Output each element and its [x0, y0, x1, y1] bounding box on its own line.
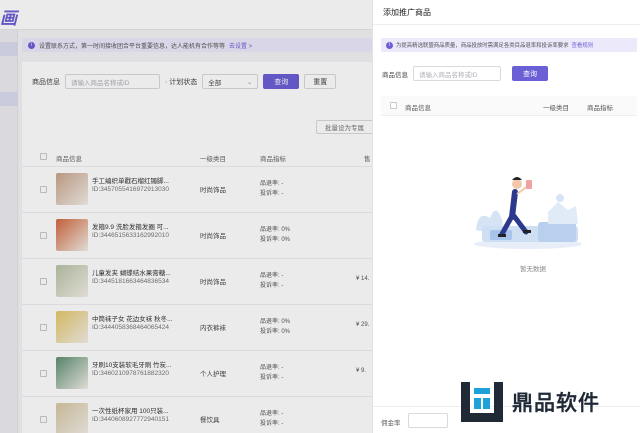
commission-label: 佣金率 [381, 420, 401, 427]
drawer-notice: i 为提高精选联盟商品质量，商品投放时需满足各类目品退率和投诉率要求 查看规则 [381, 38, 637, 52]
drawer-notice-text: 为提高精选联盟商品质量，商品投放时需满足各类目品退率和投诉率要求 [396, 43, 569, 49]
drawer-query-button[interactable]: 查询 [512, 66, 548, 81]
drawer-filter-bar: 商品信息 请输入商品名称或ID 查询 [382, 66, 548, 81]
watermark-logo-icon [461, 382, 503, 422]
commission-input[interactable] [408, 413, 448, 428]
modal-mask[interactable] [0, 0, 372, 433]
drawer-select-all-checkbox[interactable] [390, 102, 397, 109]
watermark: 鼎品软件 [458, 380, 600, 424]
empty-state-illustration [474, 177, 582, 249]
drawer-product-search-input[interactable]: 请输入商品名称或ID [413, 66, 501, 81]
drawer-divider [373, 24, 640, 25]
drawer-header-metrics: 商品指标 [587, 105, 613, 112]
drawer-product-label: 商品信息 [382, 71, 408, 79]
drawer-header-category: 一级类目 [543, 105, 569, 112]
watermark-text: 鼎品软件 [512, 392, 600, 415]
empty-state-text: 暂无数据 [520, 266, 546, 273]
info-icon: i [386, 41, 393, 49]
view-rules-link[interactable]: 查看规则 [572, 41, 594, 49]
drawer-product-placeholder: 请输入商品名称或ID [419, 71, 478, 79]
drawer-title: 添加推广商品 [383, 8, 431, 17]
drawer-header-product: 商品信息 [405, 105, 431, 112]
drawer-table-header: 商品信息 一级类目 商品指标 [381, 96, 637, 116]
